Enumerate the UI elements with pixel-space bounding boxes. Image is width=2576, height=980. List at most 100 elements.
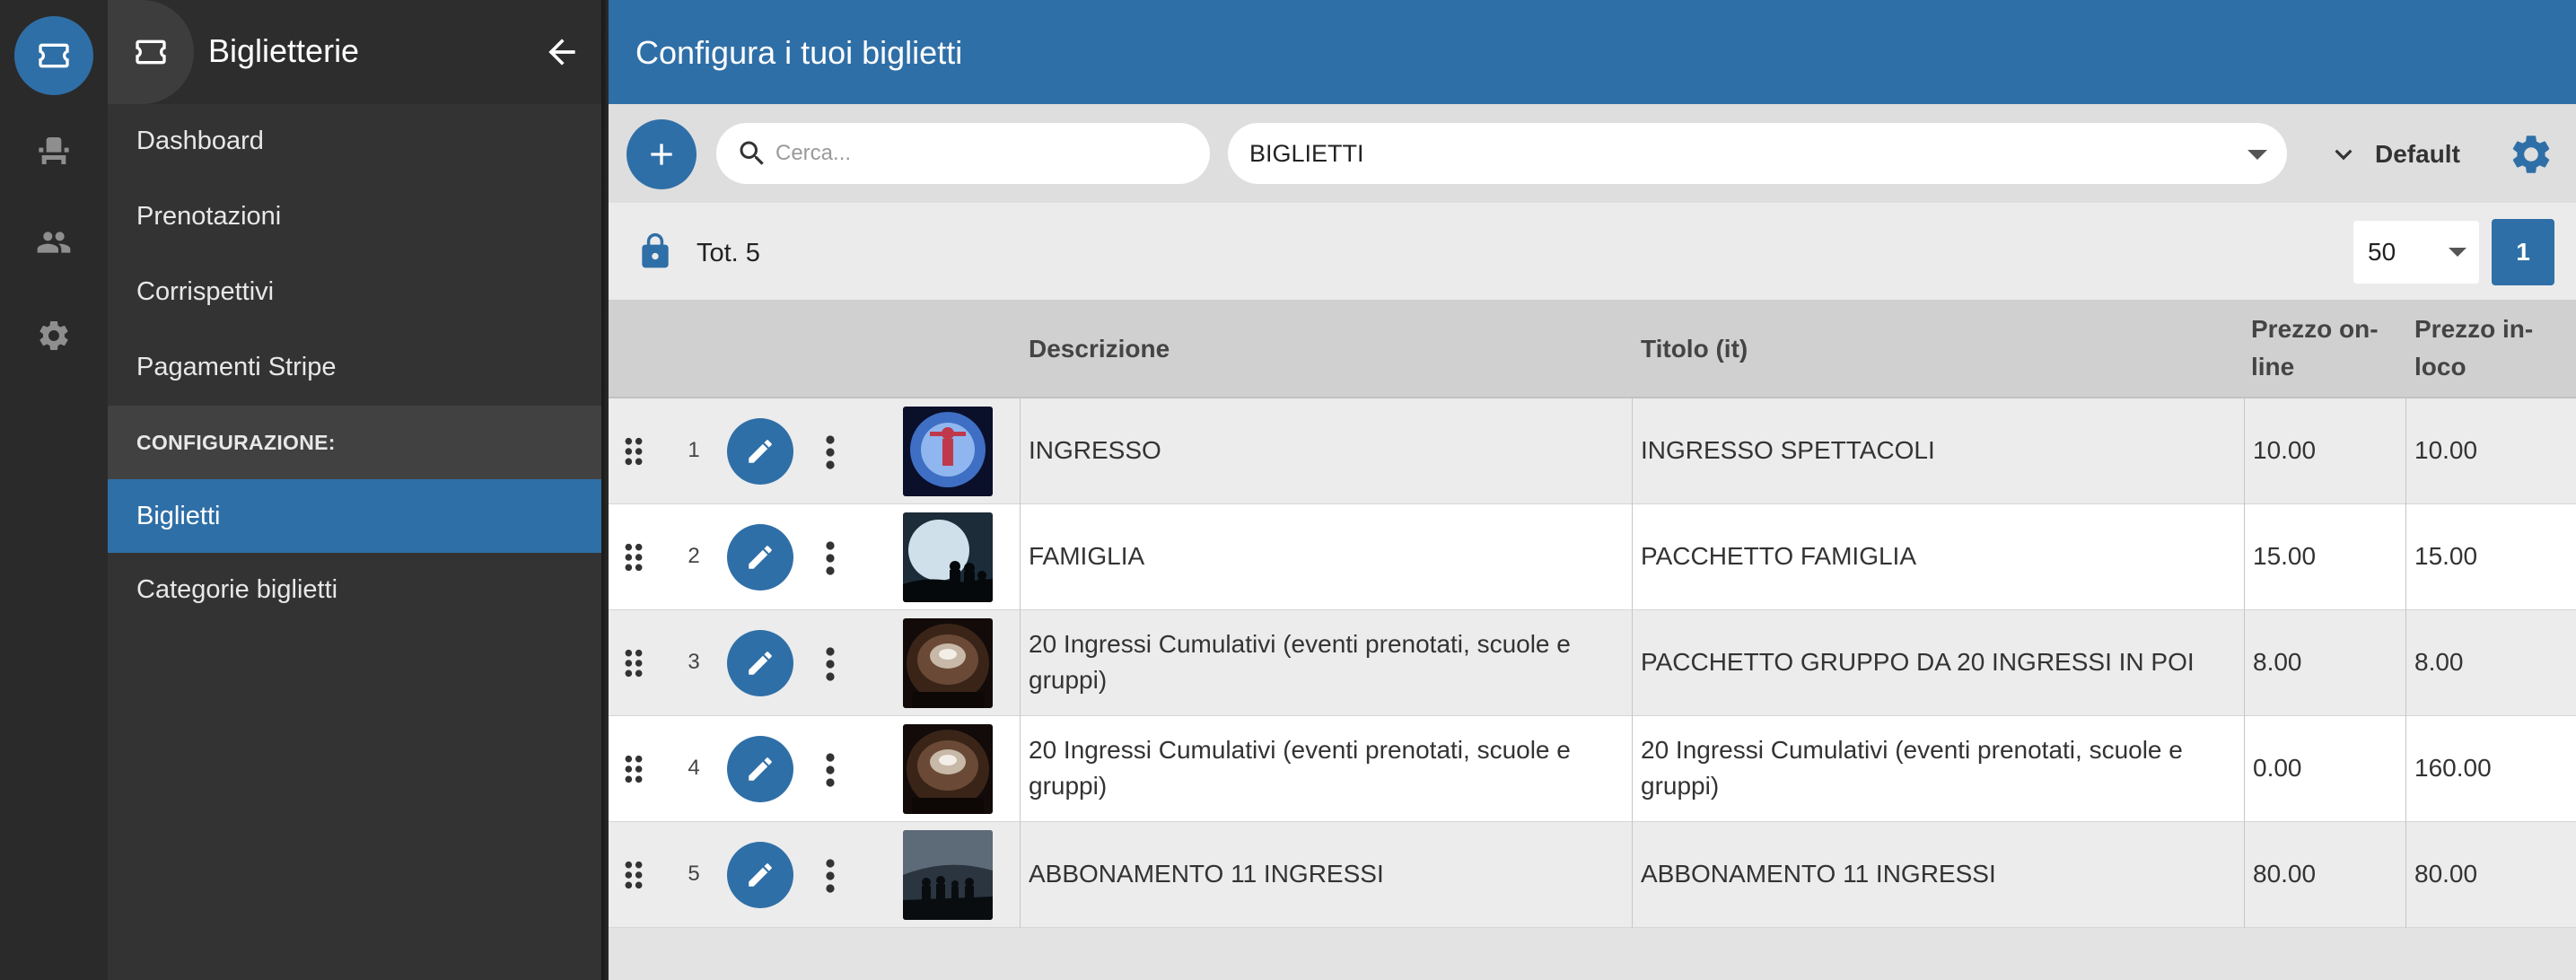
- drag-handle-icon[interactable]: [623, 860, 644, 890]
- row-index: 2: [688, 544, 700, 568]
- row-index: 5: [688, 862, 700, 886]
- header-titolo[interactable]: Titolo (it): [1641, 330, 1748, 368]
- collapse-sidebar-button[interactable]: [542, 32, 582, 72]
- edit-button[interactable]: [727, 842, 793, 908]
- row-index: 4: [688, 756, 700, 780]
- row-index: 1: [688, 438, 700, 462]
- cell-prezzo-online: 10.00: [2253, 436, 2317, 464]
- cell-prezzo-online: 8.00: [2253, 648, 2302, 676]
- header-prezzo-online[interactable]: Prezzo on-line: [2251, 311, 2395, 386]
- page-size-select[interactable]: 50: [2353, 221, 2479, 284]
- info-bar: Tot. 5 50 1: [609, 203, 2576, 300]
- rail-people-button[interactable]: [14, 203, 93, 282]
- cell-prezzo-loco: 10.00: [2414, 436, 2478, 464]
- cell-titolo: 20 Ingressi Cumulativi (eventi prenotati…: [1641, 736, 2183, 800]
- column-divider: [2405, 398, 2406, 504]
- column-divider: [2244, 822, 2245, 928]
- cell-prezzo-loco: 80.00: [2414, 860, 2478, 888]
- cell-descrizione: 20 Ingressi Cumulativi (eventi prenotati…: [1029, 736, 1571, 800]
- cell-descrizione: FAMIGLIA: [1029, 542, 1145, 570]
- table-footer-space: [609, 930, 2576, 980]
- drag-handle-icon[interactable]: [623, 436, 644, 467]
- more-vert-icon[interactable]: [824, 646, 837, 682]
- drag-handle-icon[interactable]: [623, 542, 644, 573]
- ticket-thumbnail: [903, 724, 993, 814]
- sidebar-item-corrispettivi[interactable]: Corrispettivi: [108, 255, 601, 328]
- rail-ticket-button[interactable]: [14, 16, 93, 95]
- search-input[interactable]: [775, 141, 1170, 166]
- lock-button[interactable]: [635, 232, 675, 271]
- sidebar-item-prenotazioni[interactable]: Prenotazioni: [108, 179, 601, 253]
- column-divider: [1632, 504, 1633, 610]
- rail-seat-button[interactable]: [14, 111, 93, 190]
- column-divider: [1020, 504, 1021, 610]
- cell-prezzo-online: 15.00: [2253, 542, 2317, 570]
- sidebar-item-pagamenti-stripe[interactable]: Pagamenti Stripe: [108, 330, 601, 404]
- total-count: Tot. 5: [697, 239, 760, 267]
- ticket-thumbnail: [903, 512, 993, 602]
- ticket-thumbnail: [903, 407, 993, 496]
- more-vert-icon[interactable]: [824, 858, 837, 894]
- gear-icon: [2512, 136, 2550, 173]
- sidebar-item-categorie-biglietti[interactable]: Categorie biglietti: [108, 553, 601, 626]
- header-descrizione[interactable]: Descrizione: [1029, 330, 1170, 368]
- rail-settings-button[interactable]: [14, 296, 93, 375]
- more-vert-icon[interactable]: [824, 434, 837, 470]
- ticket-thumbnail: [903, 618, 993, 708]
- edit-button[interactable]: [727, 524, 793, 591]
- column-divider: [1020, 716, 1021, 822]
- cell-prezzo-online: 0.00: [2253, 754, 2302, 782]
- view-preset-dropdown[interactable]: Default: [2326, 136, 2460, 172]
- pencil-icon: [749, 757, 772, 781]
- page-title: Configura i tuoi biglietti: [635, 34, 963, 71]
- table-row[interactable]: 5 ABBONAMENTO 11 INGRESSI ABBONAMENTO 11…: [609, 822, 2576, 928]
- sidebar-header-icon-button[interactable]: [108, 0, 194, 104]
- column-divider: [1020, 398, 1021, 504]
- cell-descrizione: ABBONAMENTO 11 INGRESSI: [1029, 860, 1384, 888]
- column-divider: [1020, 822, 1021, 928]
- entity-select-value: BIGLIETTI: [1249, 139, 1364, 167]
- cell-titolo: PACCHETTO FAMIGLIA: [1641, 542, 1917, 570]
- column-divider: [2405, 716, 2406, 822]
- add-ticket-button[interactable]: [626, 119, 697, 189]
- search-box: [716, 123, 1210, 184]
- ticket-thumbnail: [903, 830, 993, 920]
- edit-button[interactable]: [727, 630, 793, 696]
- cell-prezzo-loco: 15.00: [2414, 542, 2478, 570]
- more-vert-icon[interactable]: [824, 752, 837, 788]
- icon-rail: [0, 0, 108, 980]
- chevron-down-icon: [2335, 149, 2353, 161]
- column-divider: [1632, 398, 1633, 504]
- pencil-icon: [749, 652, 772, 675]
- arrow-back-icon: [548, 39, 575, 66]
- dropdown-caret-icon: [2247, 150, 2267, 160]
- table-row[interactable]: 4 20 Ingressi Cumulativi (eventi prenota…: [609, 716, 2576, 822]
- cell-prezzo-loco: 160.00: [2414, 754, 2492, 782]
- drag-handle-icon[interactable]: [623, 754, 644, 784]
- page-size-value: 50: [2368, 238, 2396, 266]
- cell-titolo: ABBONAMENTO 11 INGRESSI: [1641, 860, 1996, 888]
- table-row[interactable]: 2 FAMIGLIA PACCHETTO FAMIGLIA 15.00 15.0…: [609, 504, 2576, 610]
- sidebar-header: Biglietterie: [108, 0, 601, 104]
- cell-prezzo-online: 80.00: [2253, 860, 2317, 888]
- column-divider: [1020, 610, 1021, 716]
- table-row[interactable]: 1 INGRESSO INGRESSO SPETTACOLI 10.00 10.…: [609, 398, 2576, 504]
- sidebar-item-dashboard[interactable]: Dashboard: [108, 104, 601, 178]
- people-icon: [37, 232, 71, 253]
- edit-button[interactable]: [727, 418, 793, 485]
- table-header: Descrizione Titolo (it) Prezzo on-line P…: [609, 300, 2576, 398]
- more-vert-icon[interactable]: [824, 540, 837, 576]
- column-divider: [2405, 610, 2406, 716]
- table-settings-button[interactable]: [2508, 131, 2554, 178]
- app-root: Biglietterie Dashboard Prenotazioni Corr…: [0, 0, 2576, 980]
- edit-button[interactable]: [727, 736, 793, 802]
- entity-select[interactable]: BIGLIETTI: [1228, 123, 2287, 184]
- cell-descrizione: INGRESSO: [1029, 436, 1161, 464]
- drag-handle-icon[interactable]: [623, 648, 644, 678]
- table-row[interactable]: 3 20 Ingressi Cumulativi (eventi prenota…: [609, 610, 2576, 716]
- view-preset-label: Default: [2375, 140, 2460, 168]
- header-prezzo-loco[interactable]: Prezzo in-loco: [2414, 311, 2558, 386]
- sidebar-item-biglietti[interactable]: Biglietti: [108, 479, 601, 553]
- column-divider: [2244, 610, 2245, 716]
- page-button[interactable]: 1: [2492, 219, 2554, 285]
